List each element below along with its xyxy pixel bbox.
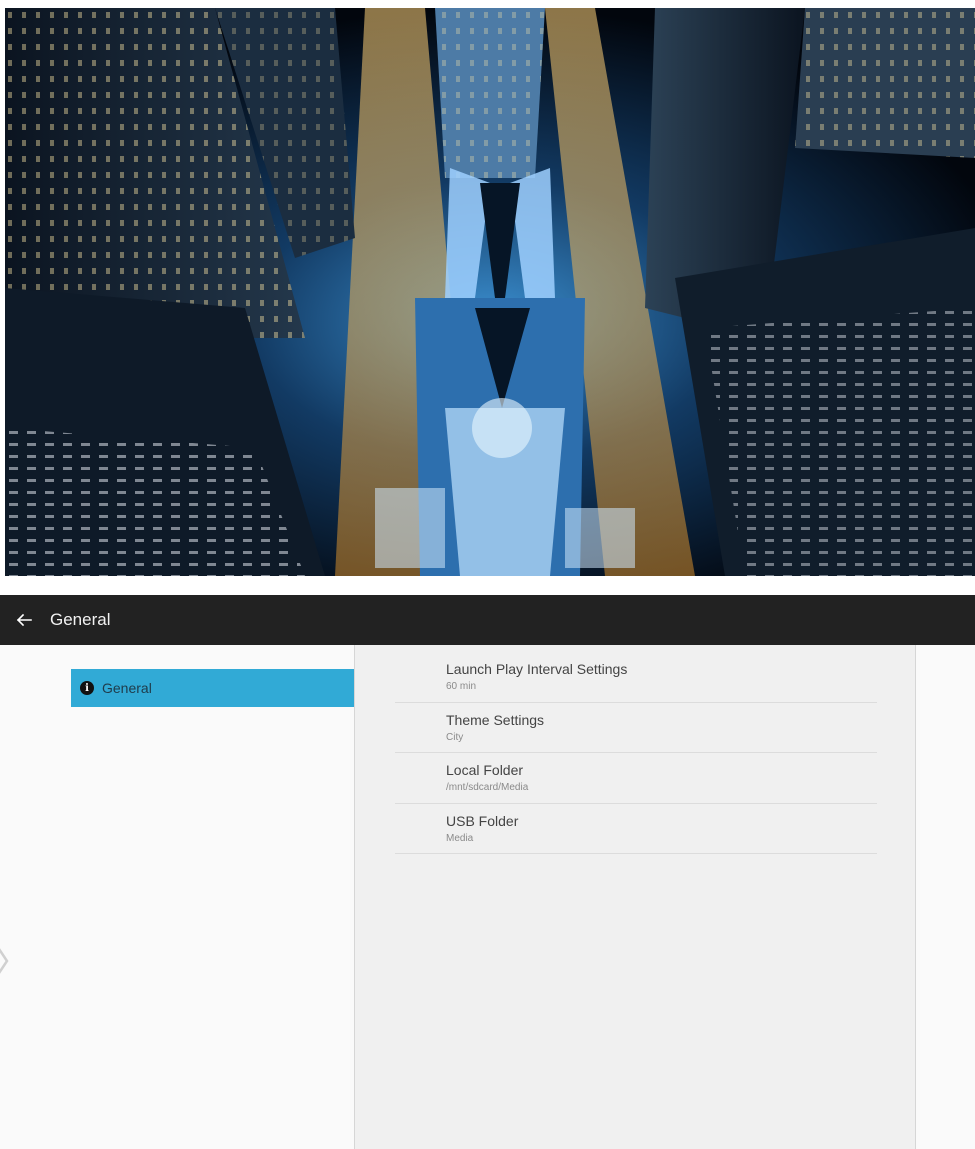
city-illustration [5, 8, 975, 576]
chevron-right-icon[interactable] [0, 947, 10, 975]
setting-value: /mnt/sdcard/Media [446, 782, 529, 793]
settings-body: i General Launch Play Interval Settings … [0, 645, 975, 1149]
arrow-left-icon [16, 613, 32, 627]
setting-title: Theme Settings [446, 711, 545, 728]
app-bar: General [0, 595, 975, 645]
setting-local-folder[interactable]: Local Folder /mnt/sdcard/Media [395, 753, 877, 804]
setting-title: Launch Play Interval Settings [446, 661, 628, 677]
settings-list: Launch Play Interval Settings 60 min The… [395, 652, 877, 854]
settings-panel: Launch Play Interval Settings 60 min The… [354, 645, 916, 1149]
setting-value: Media [446, 832, 474, 844]
city-wallpaper-image [5, 8, 975, 576]
page-title: General [50, 610, 111, 629]
info-icon: i [80, 681, 94, 695]
back-button[interactable] [6, 595, 42, 645]
setting-title: Local Folder [446, 762, 524, 778]
settings-screen: General i General Launch Play Interval S… [0, 595, 975, 1149]
setting-launch-play-interval[interactable]: Launch Play Interval Settings 60 min [395, 652, 877, 703]
sidebar-item-label: General [102, 680, 152, 696]
setting-value: 60 min [446, 681, 477, 692]
setting-usb-folder[interactable]: USB Folder Media [395, 804, 877, 854]
sidebar: i General [0, 645, 354, 1149]
setting-title: USB Folder [446, 812, 519, 829]
sidebar-item-general[interactable]: i General [71, 669, 354, 707]
setting-theme[interactable]: Theme Settings City [395, 703, 877, 753]
setting-value: City [446, 731, 464, 743]
